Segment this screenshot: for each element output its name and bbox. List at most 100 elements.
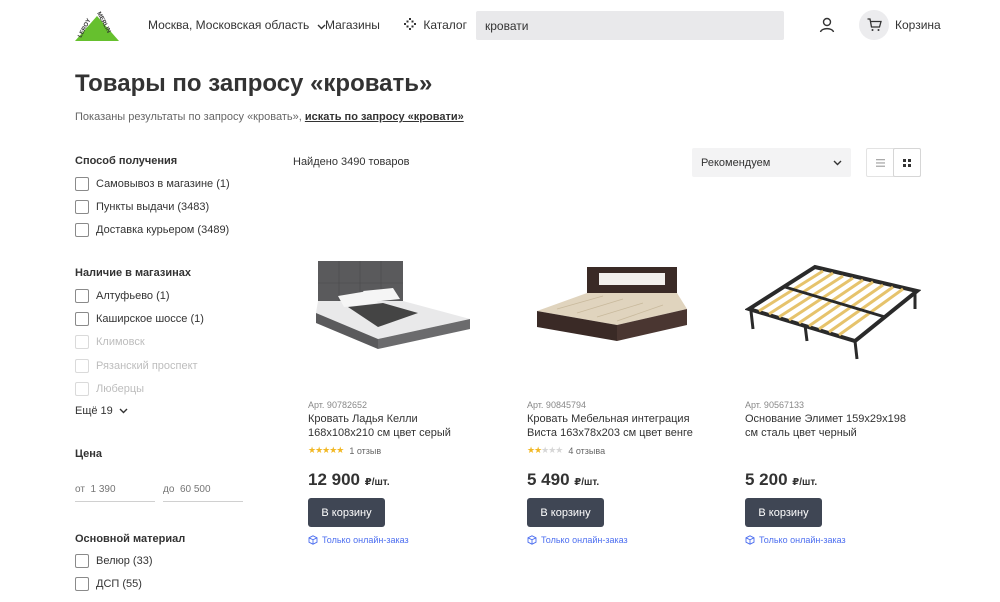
filter-material-title: Основной материал: [75, 533, 186, 545]
price-unit: ₽/шт.: [574, 477, 600, 488]
checkbox[interactable]: [75, 577, 89, 591]
price-unit: ₽/шт.: [792, 477, 818, 488]
catalog-icon: [404, 18, 416, 33]
box-icon: [527, 535, 537, 545]
price-unit: ₽/шт.: [364, 477, 390, 488]
online-only-badge: Только онлайн-заказ: [745, 535, 846, 545]
add-to-cart-button[interactable]: В корзину: [308, 498, 385, 527]
filter-checkbox-disabled: Климовск: [75, 335, 145, 349]
grid-view-icon[interactable]: [892, 148, 921, 177]
cart-button[interactable]: [859, 10, 889, 40]
show-more-label: Ещё 19: [75, 405, 113, 417]
sort-value: Рекомендуем: [701, 156, 771, 169]
box-icon: [308, 535, 318, 545]
search-subtitle: Показаны результаты по запросу «кровать»…: [75, 111, 464, 123]
checkbox[interactable]: [75, 200, 89, 214]
catalog-button[interactable]: Каталог: [404, 18, 467, 33]
alternate-query-link[interactable]: искать по запросу «кровати»: [305, 111, 464, 123]
cart-icon: [867, 18, 882, 31]
filter-checkbox-disabled: Рязанский проспект: [75, 359, 198, 373]
checkbox: [75, 359, 89, 373]
checkbox[interactable]: [75, 223, 89, 237]
price-from-input[interactable]: [75, 478, 155, 502]
add-to-cart-button[interactable]: В корзину: [527, 498, 604, 527]
online-only-label: Только онлайн-заказ: [322, 535, 409, 545]
product-rating[interactable]: ★★★★★ 4 отзыва: [527, 445, 605, 456]
chevron-down-icon: [833, 160, 842, 165]
online-only-label: Только онлайн-заказ: [541, 535, 628, 545]
online-only-badge: Только онлайн-заказ: [308, 535, 409, 545]
product-card[interactable]: Арт. 90782652 Кровать Ладья Келли 168х10…: [308, 241, 484, 561]
product-image[interactable]: [527, 241, 703, 389]
chevron-down-icon: [119, 408, 128, 414]
user-icon[interactable]: [818, 16, 836, 34]
results-count: Найдено 3490 товаров: [293, 156, 410, 168]
city-label: Москва, Московская область: [148, 18, 310, 32]
checkbox-label: Люберцы: [96, 383, 145, 395]
price-to-input[interactable]: [163, 478, 243, 502]
product-article: Арт. 90567133: [745, 400, 804, 410]
filter-checkbox[interactable]: Алтуфьево (1): [75, 289, 170, 303]
stores-link[interactable]: Магазины: [325, 18, 380, 32]
product-card[interactable]: Арт. 90567133 Основание Элимет 159х29х19…: [744, 241, 922, 561]
filter-checkbox[interactable]: Самовывоз в магазине (1): [75, 177, 230, 191]
checkbox-label: Пункты выдачи (3483): [96, 201, 210, 213]
checkbox[interactable]: [75, 289, 89, 303]
product-name[interactable]: Кровать Ладья Келли 168х108х210 см цвет …: [308, 412, 484, 440]
product-name[interactable]: Основание Элимет 159х29х198 см сталь цве…: [745, 412, 921, 440]
leroy-merlin-logo[interactable]: LEROY MERLIN: [75, 10, 119, 41]
sort-select[interactable]: Рекомендуем: [692, 148, 851, 177]
product-name[interactable]: Кровать Мебельная интеграция Виста 163х7…: [527, 412, 703, 440]
product-article: Арт. 90782652: [308, 400, 367, 410]
product-rating[interactable]: ★★★★★ 1 отзыв: [308, 445, 381, 456]
product-price: 12 900 ₽/шт.: [308, 470, 390, 490]
search-input[interactable]: [476, 11, 784, 40]
checkbox: [75, 335, 89, 349]
city-selector[interactable]: Москва, Московская область: [148, 18, 326, 33]
reviews-count: 4 отзыва: [568, 445, 606, 456]
checkbox-label: ДСП (55): [96, 578, 142, 590]
filter-delivery-title: Способ получения: [75, 155, 178, 167]
checkbox[interactable]: [75, 177, 89, 191]
product-image[interactable]: [308, 241, 484, 389]
page-title: Товары по запросу «кровать»: [75, 70, 433, 97]
filter-checkbox[interactable]: Пункты выдачи (3483): [75, 200, 209, 214]
catalog-label: Каталог: [423, 18, 467, 32]
cart-label[interactable]: Корзина: [895, 18, 941, 32]
checkbox-label: Климовск: [96, 336, 145, 348]
subtitle-text: Показаны результаты по запросу «кровать»…: [75, 111, 302, 123]
online-only-label: Только онлайн-заказ: [759, 535, 846, 545]
view-toggle: [866, 148, 921, 177]
checkbox-label: Самовывоз в магазине (1): [96, 178, 230, 190]
filter-checkbox-disabled: Люберцы: [75, 382, 144, 396]
product-image[interactable]: [744, 241, 922, 389]
filter-price-title: Цена: [75, 448, 103, 460]
checkbox-label: Доставка курьером (3489): [96, 224, 230, 236]
product-price: 5 490 ₽/шт.: [527, 470, 599, 490]
product-price: 5 200 ₽/шт.: [745, 470, 817, 490]
price-value: 12 900: [308, 470, 360, 489]
price-value: 5 490: [527, 470, 570, 489]
product-card[interactable]: Арт. 90845794 Кровать Мебельная интеграц…: [527, 241, 703, 561]
reviews-count: 1 отзыв: [349, 445, 382, 456]
star-rating-icon: ★★★★★: [527, 445, 563, 455]
filter-checkbox[interactable]: Велюр (33): [75, 554, 153, 568]
filter-stores-title: Наличие в магазинах: [75, 267, 192, 279]
checkbox[interactable]: [75, 554, 89, 568]
box-icon: [745, 535, 755, 545]
star-rating-icon: ★★★★★: [308, 445, 344, 455]
header: LEROY MERLIN Москва, Московская область …: [0, 0, 1000, 50]
filter-checkbox[interactable]: Каширское шоссе (1): [75, 312, 204, 326]
show-more-stores[interactable]: Ещё 19: [75, 405, 128, 417]
product-article: Арт. 90845794: [527, 400, 586, 410]
checkbox[interactable]: [75, 312, 89, 326]
add-to-cart-button[interactable]: В корзину: [745, 498, 822, 527]
checkbox-label: Рязанский проспект: [96, 360, 198, 372]
filter-checkbox[interactable]: ДСП (55): [75, 577, 142, 591]
checkbox-label: Каширское шоссе (1): [96, 313, 204, 325]
checkbox-label: Алтуфьево (1): [96, 290, 170, 302]
list-view-icon[interactable]: [867, 149, 894, 176]
online-only-badge: Только онлайн-заказ: [527, 535, 628, 545]
filter-checkbox[interactable]: Доставка курьером (3489): [75, 223, 229, 237]
price-value: 5 200: [745, 470, 788, 489]
